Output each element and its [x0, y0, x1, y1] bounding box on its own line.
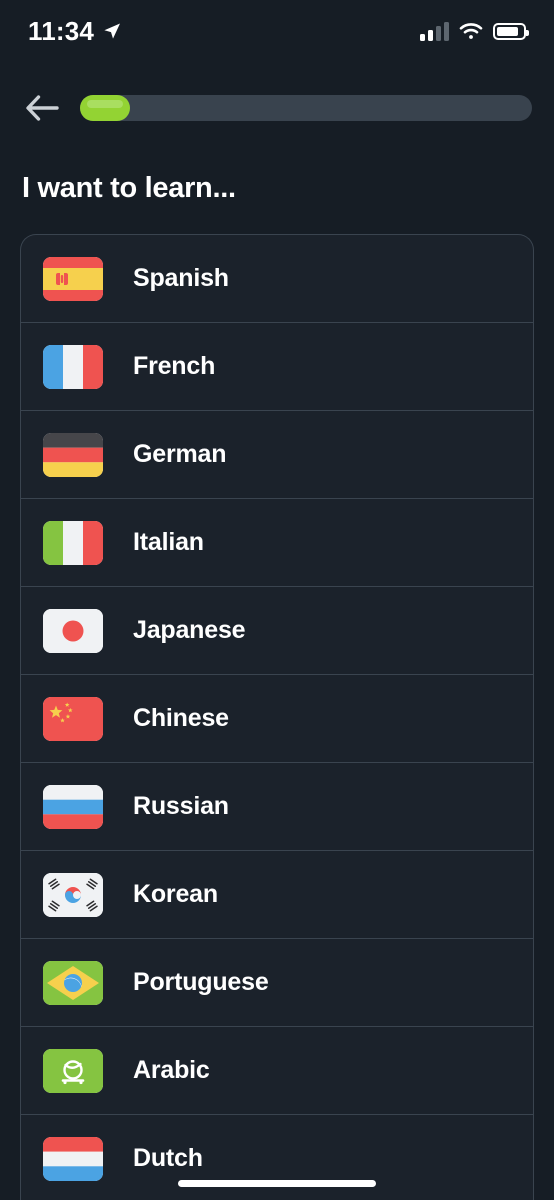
language-label: Arabic [133, 1056, 210, 1084]
south-korea-flag-icon [43, 872, 103, 917]
header-bar [0, 86, 554, 130]
language-list-item[interactable]: Japanese [21, 587, 533, 675]
language-list-item[interactable]: Portuguese [21, 939, 533, 1027]
back-button[interactable] [22, 88, 62, 128]
language-list-item[interactable]: Russian [21, 763, 533, 851]
language-label: Korean [133, 880, 218, 908]
language-label: Spanish [133, 264, 229, 292]
home-indicator [178, 1180, 376, 1187]
location-arrow-icon [104, 23, 121, 39]
wifi-icon [459, 23, 483, 39]
saudi-arabia-flag-icon [43, 1048, 103, 1093]
onboarding-progress-bar [80, 95, 532, 121]
status-bar: 11:34 [0, 0, 554, 62]
language-label: Italian [133, 528, 204, 556]
progress-fill [80, 95, 130, 121]
spain-flag-icon [43, 256, 103, 301]
russia-flag-icon [43, 784, 103, 829]
status-bar-left: 11:34 [28, 16, 122, 47]
battery-icon [493, 22, 529, 40]
status-bar-right [420, 21, 529, 41]
language-list: Spanish French German Italian Japanese C… [20, 234, 534, 1200]
back-arrow-icon [26, 95, 59, 121]
language-label: French [133, 352, 216, 380]
language-label: Russian [133, 792, 229, 820]
language-list-item[interactable]: German [21, 411, 533, 499]
page-title: I want to learn... [22, 172, 236, 204]
language-list-item[interactable]: Dutch [21, 1115, 533, 1200]
language-label: Portuguese [133, 968, 269, 996]
language-label: Chinese [133, 704, 229, 732]
language-list-item[interactable]: French [21, 323, 533, 411]
japan-flag-icon [43, 608, 103, 653]
netherlands-flag-icon [43, 1136, 103, 1181]
language-list-item[interactable]: Spanish [21, 235, 533, 323]
cellular-signal-icon [420, 21, 449, 41]
status-bar-clock: 11:34 [28, 15, 95, 46]
language-list-item[interactable]: Chinese [21, 675, 533, 763]
germany-flag-icon [43, 432, 103, 477]
language-list-item[interactable]: Italian [21, 499, 533, 587]
language-list-item[interactable]: Korean [21, 851, 533, 939]
china-flag-icon [43, 696, 103, 741]
app-screen: 11:34 I want to learn... Spanish French … [0, 0, 554, 1200]
language-label: Dutch [133, 1144, 203, 1172]
brazil-flag-icon [43, 960, 103, 1005]
language-label: Japanese [133, 616, 246, 644]
france-flag-icon [43, 344, 103, 389]
language-label: German [133, 440, 227, 468]
language-list-item[interactable]: Arabic [21, 1027, 533, 1115]
progress-highlight [87, 100, 123, 108]
italy-flag-icon [43, 520, 103, 565]
